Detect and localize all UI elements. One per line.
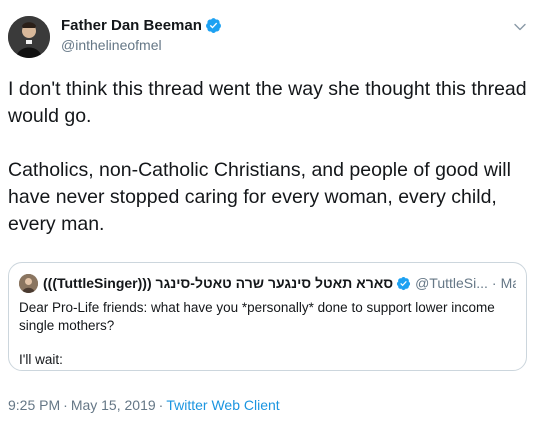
tweet-metadata: 9:25 PM · May 15, 2019 · Twitter Web Client	[8, 397, 280, 413]
tweet-body: I don't think this thread went the way s…	[8, 76, 528, 238]
tweet-paragraph: I don't think this thread went the way s…	[8, 78, 527, 127]
author-avatar[interactable]	[8, 16, 50, 58]
quoted-author-handle: @TuttleSi...	[415, 275, 488, 291]
quoted-tweet[interactable]: (((TuttleSinger))) סארא תאטל סינגער שרה …	[8, 262, 527, 371]
author-handle[interactable]: @inthelineofmel	[61, 37, 222, 53]
quoted-tweet-line: I'll wait:	[19, 352, 63, 367]
avatar-image	[8, 16, 50, 58]
quoted-author-avatar	[19, 273, 38, 293]
author-block: Father Dan Beeman @inthelineofmel	[61, 16, 222, 53]
tweet-time[interactable]: 9:25 PM	[8, 397, 60, 413]
tweet-card: Father Dan Beeman @inthelineofmel I don'…	[0, 0, 537, 422]
separator-dot: ·	[158, 397, 164, 413]
quoted-tweet-body: Dear Pro-Life friends: what have you *pe…	[19, 299, 516, 369]
chevron-down-icon[interactable]	[513, 20, 527, 34]
tweet-paragraph: Catholics, non-Catholic Christians, and …	[8, 159, 511, 235]
tweet-date[interactable]: May 15, 2019	[71, 397, 156, 413]
verified-badge-icon	[205, 18, 221, 33]
quoted-tweet-line: Dear Pro-Life friends: what have you *pe…	[19, 300, 495, 333]
verified-badge-icon	[397, 276, 411, 290]
author-display-name[interactable]: Father Dan Beeman	[61, 17, 202, 34]
quoted-author-display-name: (((TuttleSinger))) סארא תאטל סינגער שרה …	[43, 275, 394, 291]
tweet-source-link[interactable]: Twitter Web Client	[166, 397, 279, 413]
separator-dot: ·	[63, 397, 68, 413]
quoted-avatar-image	[19, 273, 38, 293]
quoted-tweet-header: (((TuttleSinger))) סארא תאטל סינגער שרה …	[19, 273, 516, 293]
quoted-tweet-date: May 15	[500, 275, 516, 291]
separator-dot: ·	[491, 275, 497, 291]
